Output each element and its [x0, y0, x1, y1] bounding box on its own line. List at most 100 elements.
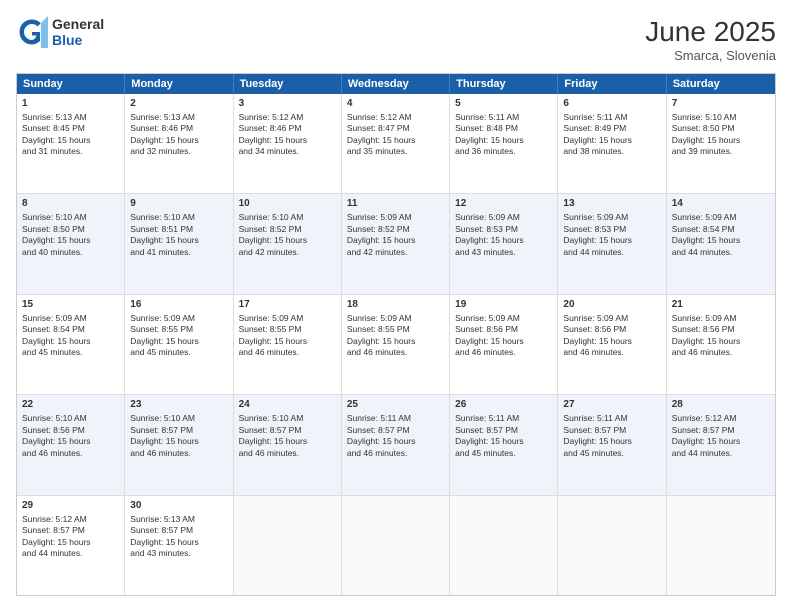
cell-line: Daylight: 15 hours: [239, 135, 336, 146]
day-number: 13: [563, 197, 660, 210]
day-number: 20: [563, 298, 660, 311]
empty-cell: [342, 496, 450, 595]
cell-line: and 46 minutes.: [455, 347, 552, 358]
cell-line: Sunset: 8:49 PM: [563, 123, 660, 134]
day-number: 9: [130, 197, 227, 210]
day-cell-29: 29Sunrise: 5:12 AMSunset: 8:57 PMDayligh…: [17, 496, 125, 595]
cell-line: and 46 minutes.: [347, 448, 444, 459]
cell-line: Sunrise: 5:09 AM: [347, 212, 444, 223]
cell-line: Daylight: 15 hours: [130, 336, 227, 347]
cell-line: Daylight: 15 hours: [22, 436, 119, 447]
cell-line: Sunset: 8:56 PM: [22, 425, 119, 436]
day-number: 30: [130, 499, 227, 512]
day-cell-5: 5Sunrise: 5:11 AMSunset: 8:48 PMDaylight…: [450, 94, 558, 193]
calendar-row-0: 1Sunrise: 5:13 AMSunset: 8:45 PMDaylight…: [17, 94, 775, 193]
cell-line: Daylight: 15 hours: [347, 235, 444, 246]
cell-line: Sunset: 8:52 PM: [239, 224, 336, 235]
cell-line: and 46 minutes.: [130, 448, 227, 459]
cell-line: and 44 minutes.: [22, 548, 119, 559]
cell-line: Daylight: 15 hours: [130, 537, 227, 548]
weekday-header-friday: Friday: [558, 74, 666, 94]
day-cell-14: 14Sunrise: 5:09 AMSunset: 8:54 PMDayligh…: [667, 194, 775, 293]
day-number: 6: [563, 97, 660, 110]
day-cell-17: 17Sunrise: 5:09 AMSunset: 8:55 PMDayligh…: [234, 295, 342, 394]
day-number: 10: [239, 197, 336, 210]
cell-line: Sunset: 8:57 PM: [672, 425, 770, 436]
cell-line: Sunrise: 5:10 AM: [22, 413, 119, 424]
title-block: June 2025 Smarca, Slovenia: [645, 16, 776, 63]
cell-line: Sunset: 8:53 PM: [563, 224, 660, 235]
cell-line: Sunrise: 5:09 AM: [455, 313, 552, 324]
cell-line: and 46 minutes.: [563, 347, 660, 358]
day-cell-18: 18Sunrise: 5:09 AMSunset: 8:55 PMDayligh…: [342, 295, 450, 394]
cell-line: Daylight: 15 hours: [455, 235, 552, 246]
cell-line: Sunset: 8:57 PM: [22, 525, 119, 536]
cell-line: Sunrise: 5:11 AM: [455, 413, 552, 424]
weekday-header-tuesday: Tuesday: [234, 74, 342, 94]
cell-line: Daylight: 15 hours: [22, 336, 119, 347]
calendar-header: SundayMondayTuesdayWednesdayThursdayFrid…: [17, 74, 775, 94]
day-number: 16: [130, 298, 227, 311]
day-cell-30: 30Sunrise: 5:13 AMSunset: 8:57 PMDayligh…: [125, 496, 233, 595]
cell-line: Sunrise: 5:09 AM: [130, 313, 227, 324]
cell-line: Sunrise: 5:09 AM: [239, 313, 336, 324]
day-cell-20: 20Sunrise: 5:09 AMSunset: 8:56 PMDayligh…: [558, 295, 666, 394]
day-number: 18: [347, 298, 444, 311]
cell-line: Sunrise: 5:13 AM: [130, 514, 227, 525]
cell-line: Sunset: 8:57 PM: [563, 425, 660, 436]
day-cell-19: 19Sunrise: 5:09 AMSunset: 8:56 PMDayligh…: [450, 295, 558, 394]
logo-blue-text: Blue: [52, 32, 104, 48]
day-cell-21: 21Sunrise: 5:09 AMSunset: 8:56 PMDayligh…: [667, 295, 775, 394]
cell-line: Daylight: 15 hours: [239, 235, 336, 246]
cell-line: and 32 minutes.: [130, 146, 227, 157]
cell-line: Sunrise: 5:12 AM: [239, 112, 336, 123]
cell-line: Daylight: 15 hours: [672, 336, 770, 347]
calendar: SundayMondayTuesdayWednesdayThursdayFrid…: [16, 73, 776, 596]
day-number: 12: [455, 197, 552, 210]
cell-line: Daylight: 15 hours: [672, 235, 770, 246]
weekday-header-wednesday: Wednesday: [342, 74, 450, 94]
cell-line: Sunrise: 5:11 AM: [347, 413, 444, 424]
page: General Blue June 2025 Smarca, Slovenia …: [0, 0, 792, 612]
day-number: 2: [130, 97, 227, 110]
day-number: 17: [239, 298, 336, 311]
cell-line: Daylight: 15 hours: [455, 336, 552, 347]
day-cell-3: 3Sunrise: 5:12 AMSunset: 8:46 PMDaylight…: [234, 94, 342, 193]
cell-line: Sunset: 8:57 PM: [239, 425, 336, 436]
cell-line: Daylight: 15 hours: [563, 436, 660, 447]
cell-line: and 44 minutes.: [672, 247, 770, 258]
cell-line: Sunrise: 5:11 AM: [563, 112, 660, 123]
cell-line: Sunset: 8:54 PM: [672, 224, 770, 235]
day-number: 1: [22, 97, 119, 110]
cell-line: and 45 minutes.: [455, 448, 552, 459]
cell-line: Daylight: 15 hours: [563, 235, 660, 246]
cell-line: and 43 minutes.: [455, 247, 552, 258]
cell-line: Daylight: 15 hours: [347, 336, 444, 347]
logo: General Blue: [16, 16, 104, 48]
location: Smarca, Slovenia: [645, 48, 776, 63]
cell-line: Daylight: 15 hours: [672, 436, 770, 447]
cell-line: and 35 minutes.: [347, 146, 444, 157]
weekday-header-thursday: Thursday: [450, 74, 558, 94]
calendar-row-2: 15Sunrise: 5:09 AMSunset: 8:54 PMDayligh…: [17, 294, 775, 394]
day-number: 8: [22, 197, 119, 210]
day-cell-12: 12Sunrise: 5:09 AMSunset: 8:53 PMDayligh…: [450, 194, 558, 293]
cell-line: Daylight: 15 hours: [455, 135, 552, 146]
weekday-header-monday: Monday: [125, 74, 233, 94]
cell-line: Sunrise: 5:10 AM: [672, 112, 770, 123]
day-cell-13: 13Sunrise: 5:09 AMSunset: 8:53 PMDayligh…: [558, 194, 666, 293]
cell-line: Daylight: 15 hours: [563, 135, 660, 146]
cell-line: Sunrise: 5:09 AM: [563, 313, 660, 324]
cell-line: Sunset: 8:51 PM: [130, 224, 227, 235]
cell-line: Sunset: 8:55 PM: [130, 324, 227, 335]
cell-line: Sunrise: 5:10 AM: [239, 413, 336, 424]
cell-line: Sunset: 8:47 PM: [347, 123, 444, 134]
cell-line: Sunrise: 5:09 AM: [22, 313, 119, 324]
cell-line: and 41 minutes.: [130, 247, 227, 258]
cell-line: Sunset: 8:54 PM: [22, 324, 119, 335]
cell-line: and 46 minutes.: [672, 347, 770, 358]
cell-line: Sunrise: 5:10 AM: [130, 212, 227, 223]
cell-line: Sunset: 8:50 PM: [22, 224, 119, 235]
cell-line: Sunrise: 5:10 AM: [130, 413, 227, 424]
cell-line: Sunset: 8:53 PM: [455, 224, 552, 235]
